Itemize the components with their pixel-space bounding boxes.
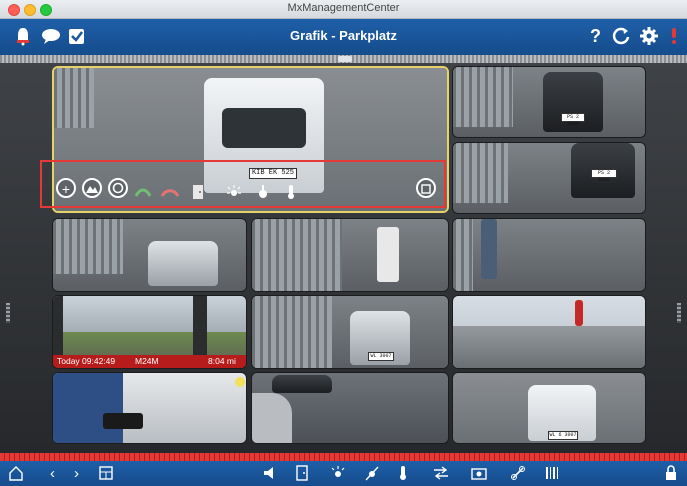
camera-view-2[interactable]: PS 2 3006 xyxy=(452,66,646,138)
camera-view-3[interactable]: PS 2 3006 xyxy=(452,142,646,214)
top-toolbar: Grafik - Parkplatz ? xyxy=(0,19,687,55)
bulb-icon[interactable] xyxy=(258,184,268,203)
save-icon[interactable] xyxy=(416,178,436,198)
camera-view-5[interactable] xyxy=(251,218,449,292)
gate-fence xyxy=(53,219,123,274)
license-plate: WL 3007 xyxy=(368,352,394,361)
layout-icon[interactable] xyxy=(98,465,114,485)
recording-info-bar: Today 09:42:49 M24M 8:04 mi xyxy=(53,355,246,368)
light-icon[interactable] xyxy=(330,465,346,485)
camera-controls-highlight: + xyxy=(40,160,446,208)
grip-handle[interactable] xyxy=(338,56,352,62)
camera-view-10[interactable] xyxy=(52,372,247,444)
door-icon[interactable] xyxy=(296,465,308,485)
refresh-icon[interactable] xyxy=(612,26,630,51)
recording-quality: M24M xyxy=(135,356,159,366)
right-panel-handle[interactable] xyxy=(677,303,681,323)
mountain-icon[interactable] xyxy=(82,178,102,198)
license-plate: PS 2 3006 xyxy=(561,113,585,127)
license-plate: WL 6 3007 xyxy=(548,431,578,440)
forward-arrow-icon[interactable]: › xyxy=(74,465,79,482)
camera-view-8[interactable]: WL 3007 xyxy=(251,295,449,369)
camera-view-12[interactable]: WL 6 3007 xyxy=(452,372,646,444)
phone-accept-icon[interactable] xyxy=(134,186,152,203)
bottom-toolbar: ‹ › xyxy=(0,461,687,486)
lock-icon[interactable] xyxy=(664,465,678,485)
switch-icon[interactable] xyxy=(432,465,450,485)
help-icon[interactable]: ? xyxy=(590,26,601,46)
window-title: MxManagementCenter xyxy=(287,2,400,14)
left-panel-handle[interactable] xyxy=(6,303,10,323)
gate-fence xyxy=(453,219,473,291)
back-arrow-icon[interactable]: ‹ xyxy=(50,465,55,482)
gate-fence xyxy=(453,143,508,203)
speaker-icon[interactable] xyxy=(262,465,278,485)
page-title: Grafik - Parkplatz xyxy=(290,28,397,43)
phone-hangup-icon[interactable] xyxy=(160,186,180,203)
light-icon[interactable] xyxy=(226,184,242,203)
recording-duration: 8:04 mi xyxy=(208,356,236,366)
license-plate: PS 2 3006 xyxy=(591,169,617,183)
dark-car xyxy=(272,375,332,393)
pedestrian xyxy=(575,300,583,326)
record-icon[interactable] xyxy=(108,178,128,198)
camera-icon[interactable] xyxy=(470,465,488,485)
camera-view-11[interactable] xyxy=(251,372,449,444)
ground xyxy=(453,326,645,368)
blue-wall xyxy=(53,373,123,443)
silver-car xyxy=(148,241,218,286)
camera-view-6[interactable] xyxy=(452,218,646,292)
status-indicator xyxy=(235,377,245,387)
recording-date: Today 09:42:49 xyxy=(57,356,116,366)
light-off-icon[interactable] xyxy=(364,465,380,485)
gear-icon[interactable] xyxy=(640,26,658,51)
zoom-in-icon[interactable]: + xyxy=(56,178,76,198)
status-stripe xyxy=(0,453,687,461)
curb xyxy=(252,393,292,443)
car-windshield xyxy=(222,108,306,148)
camera-view-9[interactable] xyxy=(452,295,646,369)
scooter-rider xyxy=(377,227,399,282)
cyclist xyxy=(481,219,497,279)
barcode-icon[interactable] xyxy=(544,465,562,485)
camera-view-4[interactable] xyxy=(52,218,247,292)
thermometer-icon[interactable] xyxy=(286,184,296,203)
door-icon[interactable] xyxy=(192,184,204,203)
camera-view-7[interactable]: Today 09:42:49 M24M 8:04 mi xyxy=(52,295,247,369)
notification-icon[interactable] xyxy=(668,26,680,51)
home-icon[interactable] xyxy=(8,465,24,485)
thermometer-icon[interactable] xyxy=(398,465,408,485)
gate-fence xyxy=(54,68,94,128)
gate-fence xyxy=(252,296,332,368)
sky xyxy=(53,296,246,332)
furniture xyxy=(103,413,143,429)
window-titlebar: MxManagementCenter xyxy=(0,0,687,19)
gate-fence xyxy=(252,219,342,291)
link-icon[interactable] xyxy=(510,465,526,485)
gate-fence xyxy=(453,67,513,127)
